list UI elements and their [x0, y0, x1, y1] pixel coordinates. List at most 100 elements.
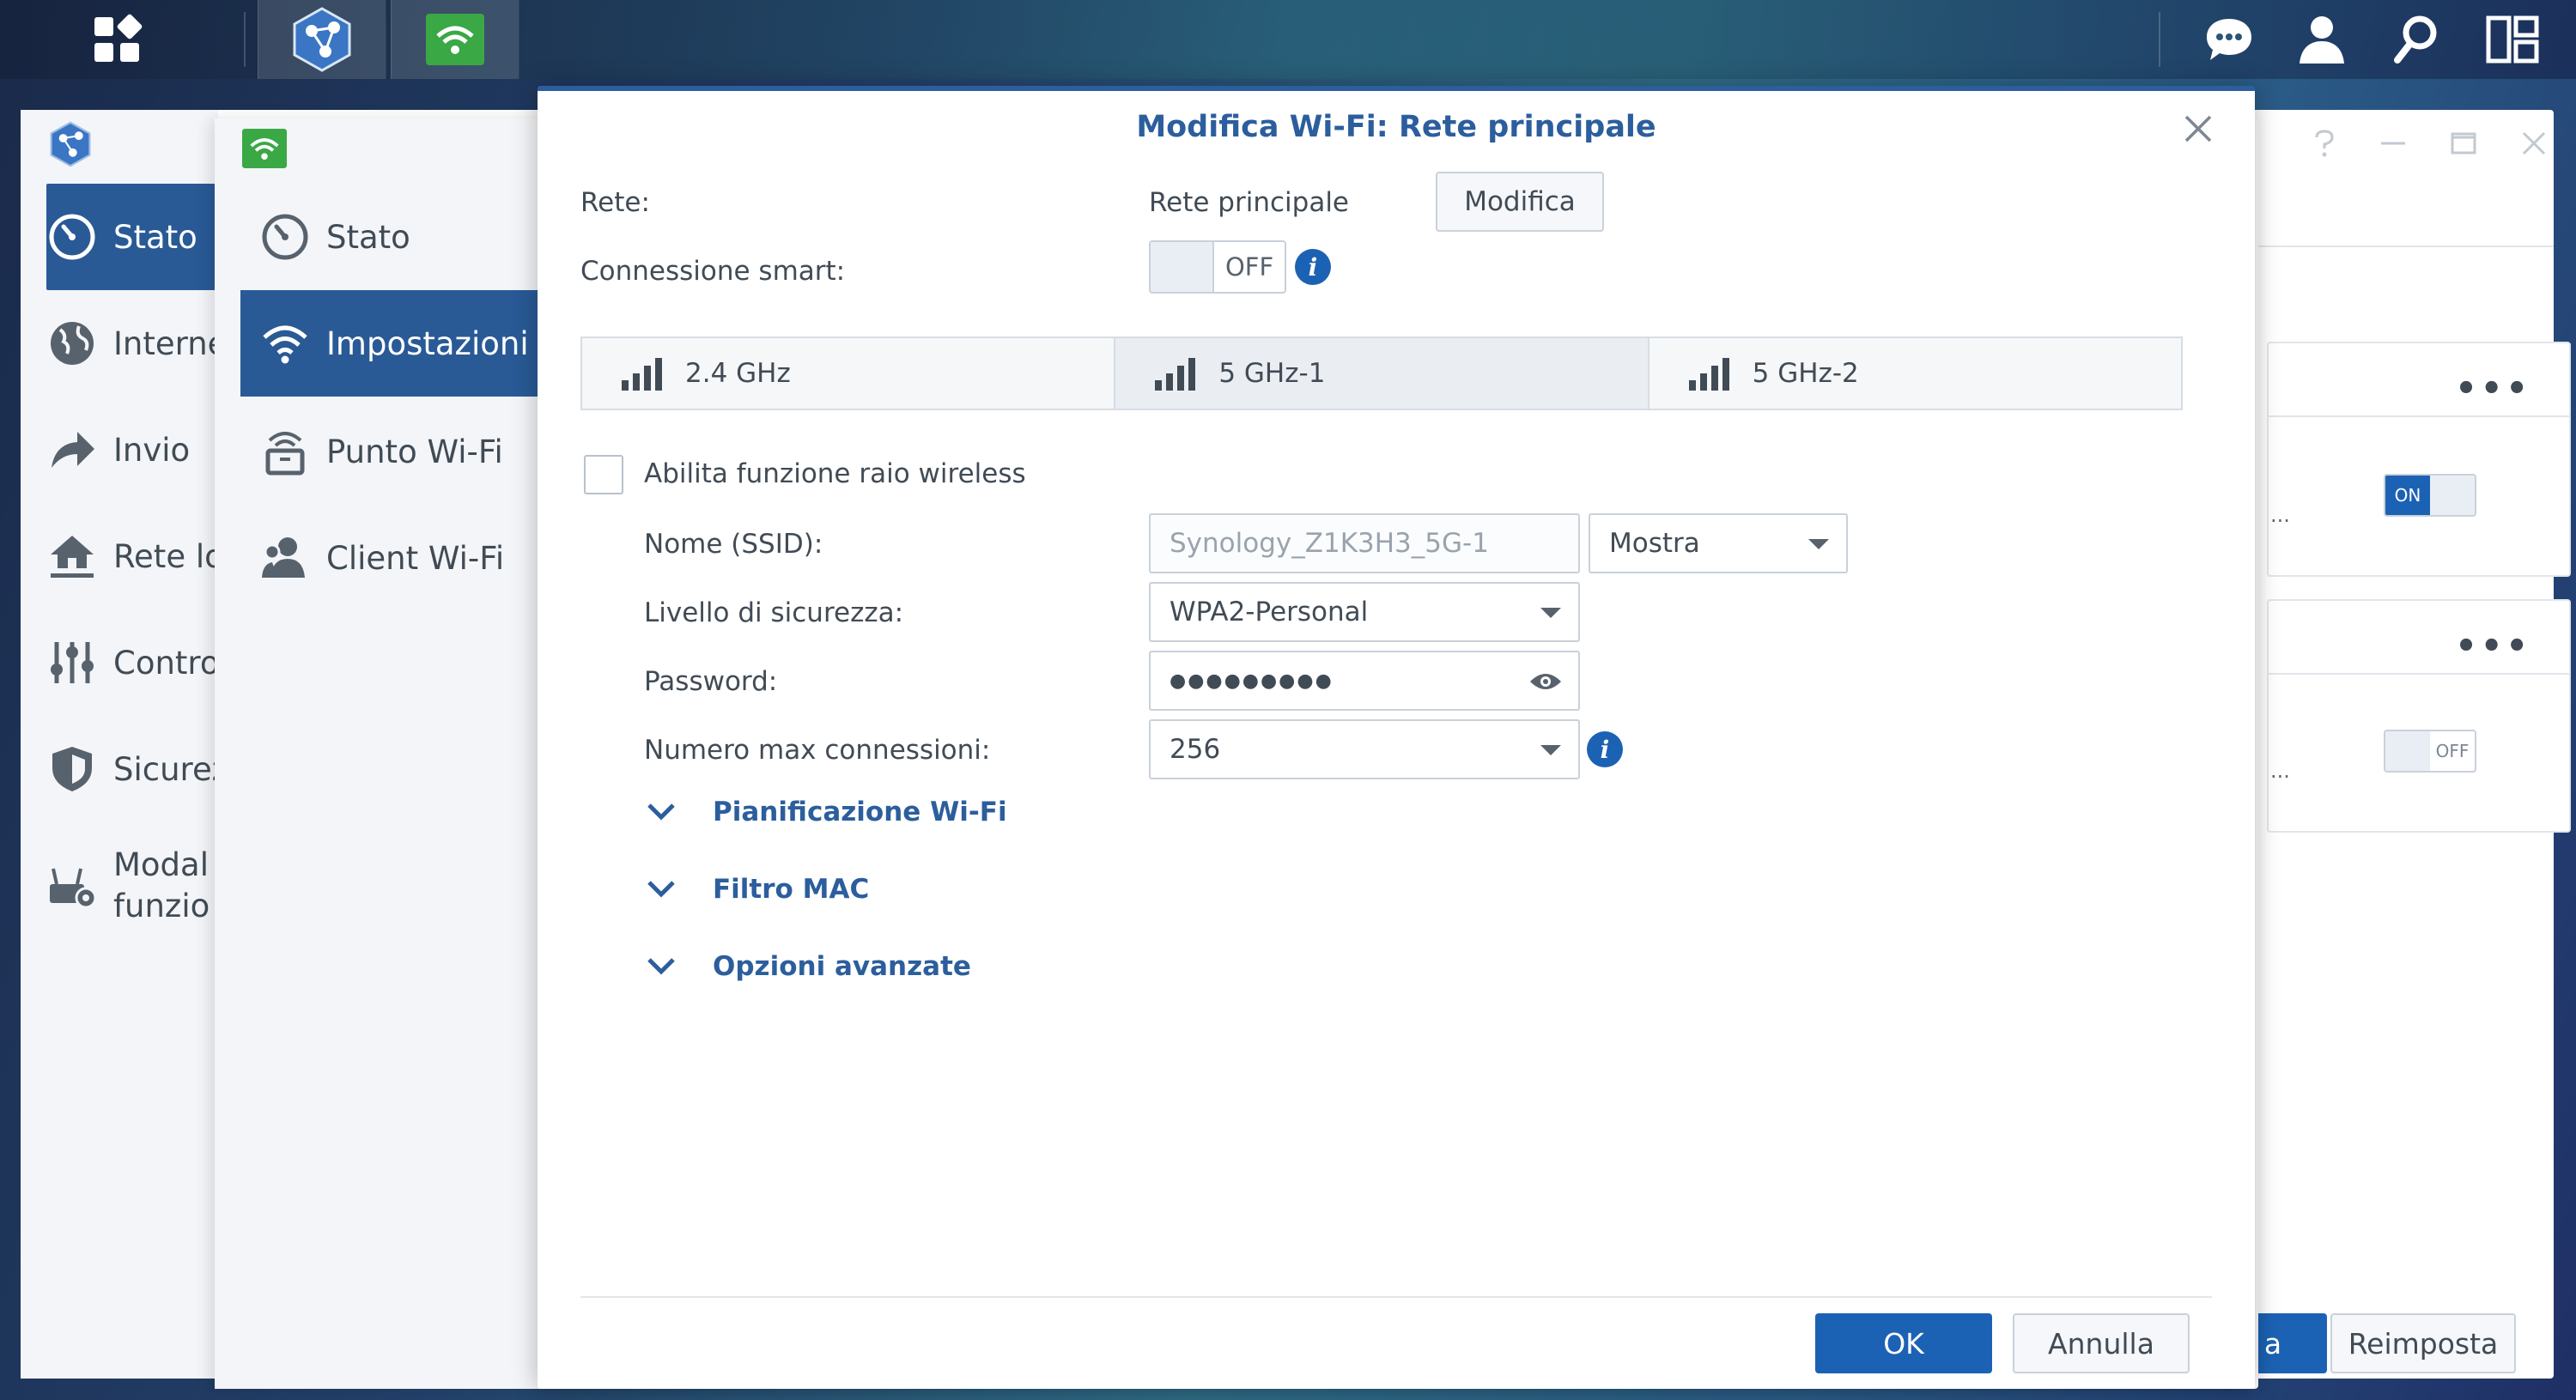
card-truncated-text: ... — [2270, 759, 2290, 783]
network-center-app-icon — [50, 121, 91, 167]
more-options-icon[interactable]: ••• — [2455, 627, 2531, 666]
sidebar-item-label: Controllo — [113, 644, 227, 682]
apps-grid-icon — [94, 14, 143, 62]
widgets-button[interactable] — [2476, 0, 2549, 79]
wifi-sidebar-item-client[interactable]: Client Wi-Fi — [240, 505, 538, 611]
notifications-button[interactable] — [2195, 0, 2263, 79]
network-label: Rete: — [580, 187, 650, 218]
taskbar-app-network-center[interactable] — [258, 0, 386, 79]
sidebar-item-label-line2: funzio — [113, 888, 210, 924]
window-controls — [2312, 129, 2549, 158]
password-label: Password: — [644, 666, 778, 697]
smart-connect-toggle[interactable]: OFF — [1149, 240, 1286, 294]
tab-2-4ghz[interactable]: 2.4 GHz — [582, 338, 1116, 409]
security-label: Livello di sicurezza: — [644, 597, 904, 628]
taskbar-separator — [244, 12, 246, 67]
signal-bars-icon — [1688, 358, 1729, 391]
wifi-sidebar-item-punto[interactable]: Punto Wi-Fi — [240, 398, 538, 505]
taskbar-separator — [2159, 12, 2160, 67]
close-icon[interactable] — [2519, 129, 2549, 158]
edit-network-button[interactable]: Modifica — [1436, 172, 1604, 232]
wifi-sidebar-item-stato-row[interactable]: Stato — [240, 184, 538, 290]
network-card: ••• OFF ... — [2267, 599, 2571, 833]
globe-icon — [46, 318, 98, 369]
signal-bars-icon — [1155, 358, 1196, 391]
more-options-icon[interactable]: ••• — [2455, 369, 2531, 409]
ssid-visibility-select[interactable]: Mostra — [1589, 513, 1848, 573]
password-input[interactable]: ●●●●●●●●● — [1149, 651, 1580, 711]
tab-5ghz-1[interactable]: 5 GHz-1 — [1115, 338, 1649, 409]
wifi-app-icon — [242, 129, 287, 168]
card-truncated-text: ... — [2270, 503, 2290, 527]
search-button[interactable] — [2382, 0, 2451, 79]
hotspot-lock-icon — [259, 426, 311, 477]
sidebar-item-label: Stato — [326, 218, 410, 256]
max-connections-label: Numero max connessioni: — [644, 735, 991, 766]
eye-icon[interactable] — [1528, 670, 1563, 694]
dialog-title: Modifica Wi-Fi: Rete principale — [1136, 110, 1656, 144]
widgets-icon — [2486, 15, 2539, 64]
sliders-icon — [46, 637, 98, 688]
wifi-icon — [426, 14, 484, 65]
maximize-icon[interactable] — [2449, 129, 2478, 158]
sidebar-item-label: Sicurezza — [113, 750, 227, 788]
chat-icon — [2207, 19, 2251, 60]
wifi-sidebar-item-active[interactable]: Impostazioni Wi-Fi — [240, 290, 538, 397]
section-wifi-schedule[interactable]: Pianificazione Wi-Fi — [646, 797, 1007, 827]
card-toggle-on[interactable]: ON — [2384, 474, 2476, 517]
user-icon — [2300, 16, 2344, 64]
sidebar-item-label-line1: Modal — [113, 846, 209, 883]
enable-radio-checkbox[interactable] — [584, 455, 623, 494]
close-icon[interactable] — [2179, 110, 2217, 148]
sidebar-item-controllo[interactable]: Controllo — [46, 609, 227, 716]
chevron-down-icon — [647, 881, 675, 898]
tab-5ghz-2[interactable]: 5 GHz-2 — [1649, 338, 2181, 409]
sidebar-item-invio[interactable]: Invio — [46, 397, 227, 503]
smart-connect-label: Connessione smart: — [580, 256, 846, 287]
main-menu-button[interactable] — [0, 0, 234, 79]
sidebar-item-label: Punto Wi-Fi — [326, 433, 503, 470]
sidebar-item-label: Stato — [113, 218, 197, 256]
max-connections-select[interactable]: 256 — [1149, 719, 1580, 779]
sidebar-item-sicurezza[interactable]: Sicurezza — [46, 716, 227, 822]
chevron-down-icon — [1540, 608, 1561, 618]
sidebar-item-modalita[interactable]: Modal funzio — [46, 826, 227, 946]
ssid-input[interactable]: Synology_Z1K3H3_5G-1 — [1149, 513, 1580, 573]
taskbar — [0, 0, 2576, 79]
client-users-icon — [259, 532, 311, 584]
card-toggle-off[interactable]: OFF — [2384, 730, 2476, 773]
network-center-sidebar: Stato Internet Invio Rete locale Control… — [21, 110, 227, 1379]
band-tabs: 2.4 GHz 5 GHz-1 5 GHz-2 — [580, 336, 2183, 410]
user-button[interactable] — [2287, 0, 2356, 79]
security-select[interactable]: WPA2-Personal — [1149, 582, 1580, 642]
section-advanced-options[interactable]: Opzioni avanzate — [646, 951, 971, 982]
sidebar-item-label: Internet — [113, 324, 227, 362]
ok-button[interactable]: OK — [1815, 1313, 1992, 1373]
sidebar-item-rete-locale[interactable]: Rete locale — [46, 503, 227, 609]
taskbar-app-wifi[interactable] — [391, 0, 519, 79]
sidebar-item-label: Client Wi-Fi — [326, 539, 505, 577]
sidebar-item-stato[interactable]: Stato — [46, 184, 227, 290]
reset-button[interactable]: Reimposta — [2330, 1313, 2516, 1373]
info-icon[interactable]: i — [1295, 249, 1331, 285]
gauge-icon — [259, 211, 311, 263]
chevron-down-icon — [1540, 745, 1561, 755]
router-gear-icon — [46, 860, 98, 912]
help-icon[interactable] — [2312, 129, 2337, 158]
chevron-down-icon — [647, 803, 675, 821]
home-network-icon — [46, 530, 98, 582]
wifi-icon — [259, 318, 311, 369]
signal-bars-icon — [622, 358, 662, 391]
search-icon — [2394, 15, 2437, 64]
gauge-icon — [46, 211, 98, 263]
cancel-button[interactable]: Annulla — [2013, 1313, 2190, 1373]
sidebar-item-internet[interactable]: Internet — [46, 290, 227, 397]
info-icon[interactable]: i — [1587, 731, 1623, 767]
network-card: ••• ON ... — [2267, 342, 2571, 577]
chevron-down-icon — [647, 958, 675, 975]
content-header-divider — [2257, 245, 2554, 247]
network-value: Rete principale — [1149, 187, 1349, 218]
minimize-icon[interactable] — [2379, 129, 2408, 158]
section-mac-filter[interactable]: Filtro MAC — [646, 874, 869, 905]
ssid-label: Nome (SSID): — [644, 529, 823, 560]
